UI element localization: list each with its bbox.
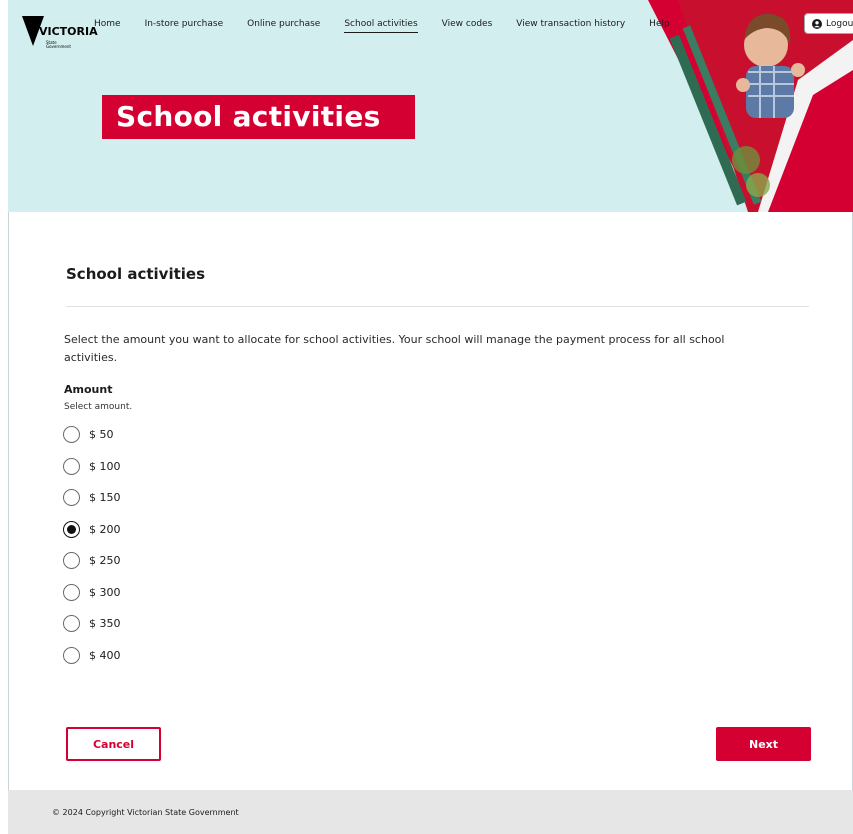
- amount-label: Amount: [64, 383, 113, 396]
- nav-item-help[interactable]: Help: [649, 19, 670, 33]
- page-title: School activities: [102, 95, 415, 139]
- radio-button[interactable]: [63, 583, 80, 601]
- amount-option[interactable]: $ 100: [63, 457, 121, 475]
- hero-banner: VICTORIA State Government Home In-store p…: [8, 0, 853, 212]
- amount-option[interactable]: $ 350: [63, 615, 121, 632]
- radio-button[interactable]: [63, 615, 80, 632]
- radio-button[interactable]: [63, 426, 80, 443]
- nav-item-in-store-purchase[interactable]: In-store purchase: [145, 19, 224, 33]
- amount-option-label: $ 350: [89, 617, 121, 630]
- amount-option[interactable]: $ 250: [63, 552, 121, 569]
- logout-button[interactable]: Logout: [804, 13, 853, 34]
- next-button[interactable]: Next: [716, 727, 811, 761]
- section-title: School activities: [66, 265, 206, 283]
- amount-option[interactable]: $ 400: [63, 646, 121, 664]
- amount-option-label: $ 200: [89, 522, 121, 536]
- user-circle-icon: [812, 18, 822, 29]
- amount-option-label: $ 50: [89, 428, 114, 441]
- nav-item-home[interactable]: Home: [94, 19, 121, 33]
- copyright-text: © 2024 Copyright Victorian State Governm…: [52, 808, 239, 817]
- amount-option[interactable]: $ 150: [63, 489, 121, 506]
- amount-option[interactable]: $ 50: [63, 426, 114, 443]
- content-border-left: [8, 212, 9, 790]
- main-nav: Home In-store purchase Online purchase Scho…: [94, 19, 694, 33]
- radio-button[interactable]: [63, 489, 80, 506]
- amount-option-label: $ 150: [89, 491, 121, 504]
- amount-hint: Select amount.: [64, 402, 133, 412]
- amount-option-label: $ 300: [89, 585, 121, 599]
- nav-item-school-activities[interactable]: School activities: [344, 19, 418, 33]
- cancel-button[interactable]: Cancel: [66, 727, 161, 761]
- amount-option[interactable]: $ 300: [63, 583, 121, 601]
- logo-wordmark: VICTORIA: [39, 25, 98, 38]
- radio-button[interactable]: [63, 552, 80, 569]
- radio-button[interactable]: [63, 520, 80, 538]
- nav-item-view-transaction-history[interactable]: View transaction history: [516, 19, 625, 33]
- logo-subtitle: State Government: [46, 40, 71, 49]
- amount-option-label: $ 100: [89, 459, 121, 473]
- nav-item-view-codes[interactable]: View codes: [442, 19, 493, 33]
- radio-button[interactable]: [63, 646, 80, 664]
- divider: [66, 306, 809, 307]
- amount-option-label: $ 400: [89, 648, 121, 662]
- amount-option-label: $ 250: [89, 554, 121, 567]
- amount-option[interactable]: $ 200: [63, 520, 121, 538]
- footer: © 2024 Copyright Victorian State Governm…: [8, 790, 853, 834]
- logout-label: Logout: [826, 18, 853, 29]
- radio-button[interactable]: [63, 457, 80, 475]
- description-text: Select the amount you want to allocate f…: [64, 333, 725, 364]
- nav-item-online-purchase[interactable]: Online purchase: [247, 19, 320, 33]
- victoria-logo[interactable]: VICTORIA State Government: [22, 16, 98, 56]
